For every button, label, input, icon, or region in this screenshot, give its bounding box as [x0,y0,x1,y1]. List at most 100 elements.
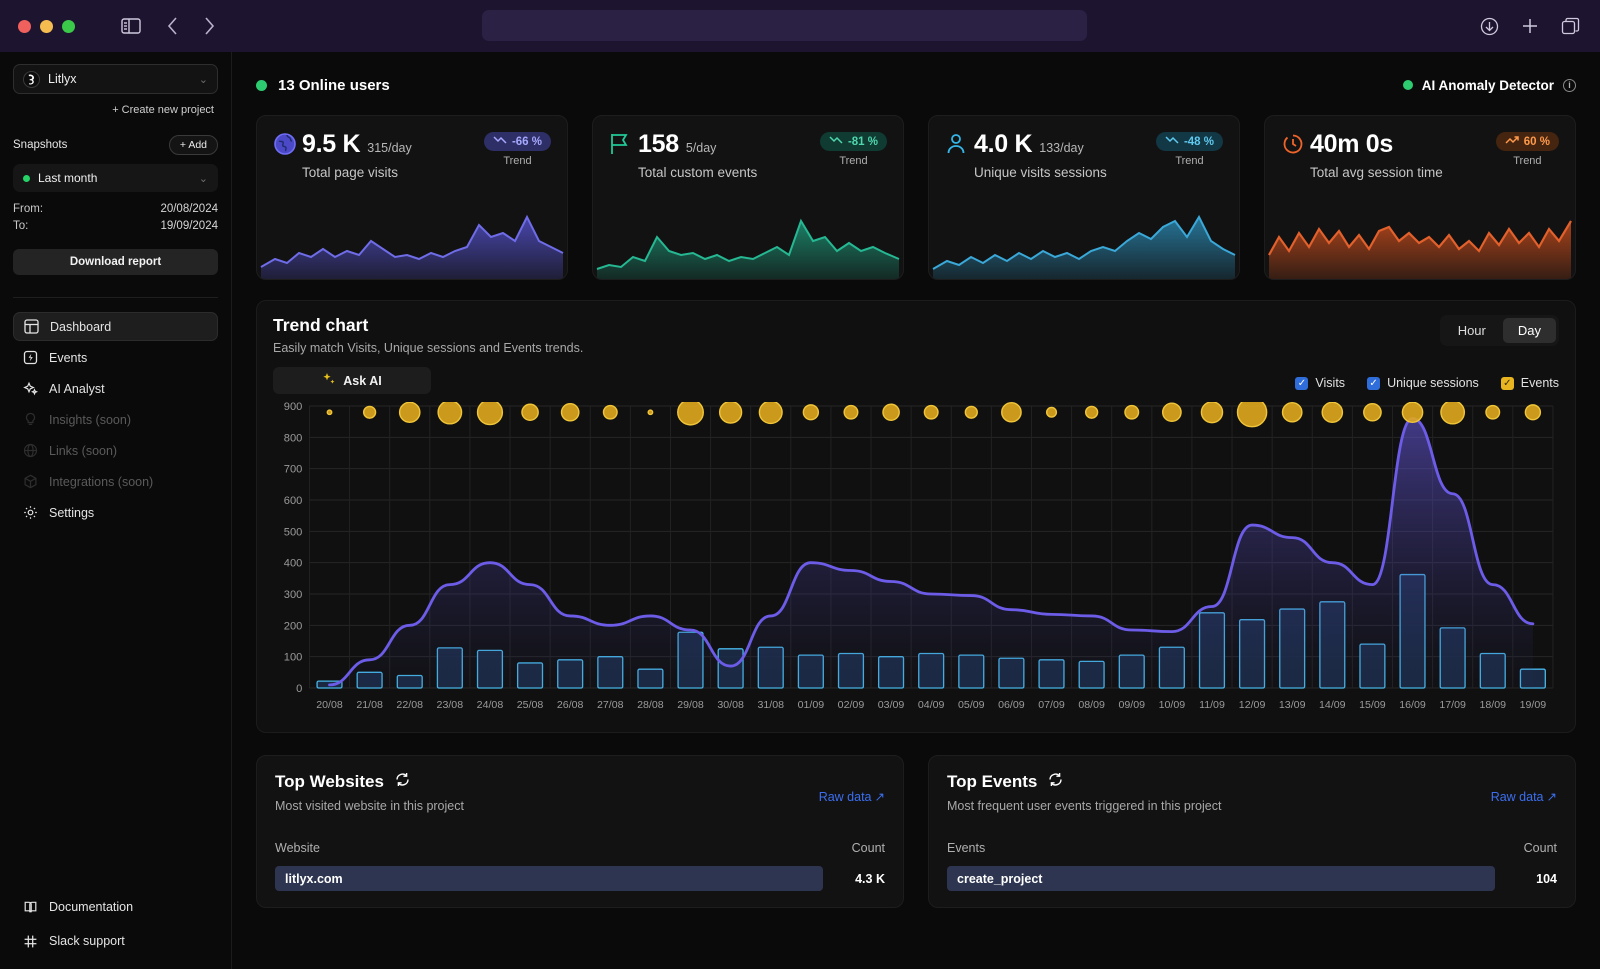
refresh-icon[interactable] [395,772,410,792]
sidebar-item-dashboard[interactable]: Dashboard [13,312,218,341]
date-range-selector[interactable]: Last month ⌄ [13,164,218,192]
anomaly-status-dot [1402,80,1413,90]
flag-icon [609,130,638,180]
legend-item-visits[interactable]: ✓ Visits [1295,376,1345,390]
svg-text:30/08: 30/08 [717,699,744,711]
svg-text:23/08: 23/08 [437,699,464,711]
svg-text:16/09: 16/09 [1399,699,1426,711]
top-events-subtitle: Most frequent user events triggered in t… [947,799,1222,813]
svg-text:11/09: 11/09 [1199,699,1225,711]
sidebar-item-settings[interactable]: Settings [13,498,218,527]
granularity-day-button[interactable]: Day [1502,318,1556,343]
stat-card-avg-session-time[interactable]: 40m 0s Total avg session time 60 % Trend [1264,115,1576,280]
table-row[interactable]: litlyx.com 4.3 K [275,866,885,891]
minimize-window-button[interactable] [40,19,53,33]
svg-text:21/08: 21/08 [356,699,383,711]
trend-chart[interactable]: 0 100 200 300 400 500 600 700 800 900 20/08 21/08 22… [273,397,1559,722]
window-titlebar [0,0,1600,52]
create-new-project-button[interactable]: + Create new project [13,104,218,116]
trend-label: Trend [1175,155,1204,167]
plus-icon[interactable] [1521,17,1539,35]
raw-data-label: Raw data [1490,789,1544,804]
refresh-icon[interactable] [1048,772,1063,792]
maximize-window-button[interactable] [62,19,75,33]
svg-text:07/09: 07/09 [1038,699,1065,711]
window-controls [18,19,75,33]
trend-label: Trend [839,155,868,167]
globe-icon [273,130,302,180]
litlyx-logo-icon [23,70,40,88]
stat-value: 158 [638,130,679,158]
trend-chart-panel: Trend chart Easily match Visits, Unique … [256,300,1576,733]
stat-label: Total custom events [638,165,758,180]
checkbox-visits[interactable]: ✓ [1295,376,1309,390]
sparkline-page-visits [260,214,564,279]
stat-label: Unique visits sessions [974,165,1107,180]
svg-text:900: 900 [284,402,303,413]
sidebar-item-events[interactable]: Events [13,343,218,372]
sidebar-item-slack-support[interactable]: Slack support [13,929,218,953]
svg-text:26/08: 26/08 [557,699,584,711]
svg-text:100: 100 [284,652,303,664]
content-header: 13 Online users AI Anomaly Detector i [256,72,1576,98]
granularity-toggle[interactable]: Hour Day [1439,315,1559,346]
sidebar-item-label: Links (soon) [49,443,118,458]
event-count: 104 [1536,871,1557,886]
sidebar-item-ai-analyst[interactable]: AI Analyst [13,374,218,403]
arrow-up-right-icon: ↗ [874,790,885,804]
copy-tabs-icon[interactable] [1561,17,1580,36]
add-snapshot-button[interactable]: + Add [168,135,218,155]
top-websites-subtitle: Most visited website in this project [275,799,464,813]
table-row[interactable]: create_project 104 [947,866,1557,891]
svg-text:10/09: 10/09 [1159,699,1186,711]
legend-item-events[interactable]: ✓ Events [1500,376,1559,390]
download-report-button[interactable]: Download report [13,249,218,275]
to-value: 19/09/2024 [160,220,218,232]
svg-text:05/09: 05/09 [958,699,985,711]
svg-text:13/09: 13/09 [1279,699,1306,711]
sidebar-item-documentation[interactable]: Documentation [13,895,218,919]
svg-text:22/08: 22/08 [396,699,423,711]
top-websites-panel: Top Websites Most visited website in thi… [256,755,904,908]
events-bolt-icon [22,350,38,366]
slack-icon [22,933,38,949]
svg-text:12/09: 12/09 [1239,699,1266,711]
stat-card-unique-sessions[interactable]: 4.0 K 133/day Unique visits sessions -48… [928,115,1240,280]
top-events-raw-data-link[interactable]: Raw data ↗ [1490,789,1557,805]
timer-icon [1281,130,1310,180]
info-icon[interactable]: i [1563,78,1576,92]
col-header-count: Count [1523,841,1557,855]
close-window-button[interactable] [18,19,31,33]
event-name: create_project [947,866,1495,891]
project-selector[interactable]: Litlyx ⌄ [13,64,218,94]
address-bar[interactable] [482,10,1087,41]
svg-text:31/08: 31/08 [757,699,784,711]
sidebar-item-links: Links (soon) [13,436,218,465]
trend-down-icon [493,135,507,148]
svg-text:24/08: 24/08 [477,699,504,711]
checkbox-events[interactable]: ✓ [1500,376,1514,390]
legend-label: Visits [1315,376,1346,390]
chevron-left-icon[interactable] [167,17,178,35]
svg-text:800: 800 [284,432,303,444]
online-users-label: 13 Online users [278,76,390,94]
chevron-right-icon[interactable] [204,17,215,35]
sidebar-footer: Documentation Slack support [13,895,218,953]
sidebar-panel-icon[interactable] [121,18,141,34]
top-websites-raw-data-link[interactable]: Raw data ↗ [818,789,885,805]
stat-card-custom-events[interactable]: 158 5/day Total custom events -81 % Tren… [592,115,904,280]
download-circle-icon[interactable] [1480,17,1499,36]
dashboard-icon [23,319,39,335]
legend-item-unique-sessions[interactable]: ✓ Unique sessions [1367,376,1479,390]
sidebar-item-integrations: Integrations (soon) [13,467,218,496]
svg-text:0: 0 [296,683,302,695]
stat-card-page-visits[interactable]: 9.5 K 315/day Total page visits -66 % Tr… [256,115,568,280]
svg-text:600: 600 [284,495,303,507]
checkbox-unique-sessions[interactable]: ✓ [1367,376,1381,390]
sidebar-item-label: Events [49,350,88,365]
raw-data-label: Raw data [818,789,872,804]
date-range-readout: From: 20/08/2024 To: 19/09/2024 [13,201,218,235]
sparkline-unique-sessions [932,214,1236,279]
granularity-hour-button[interactable]: Hour [1443,318,1501,343]
website-count: 4.3 K [855,871,885,886]
